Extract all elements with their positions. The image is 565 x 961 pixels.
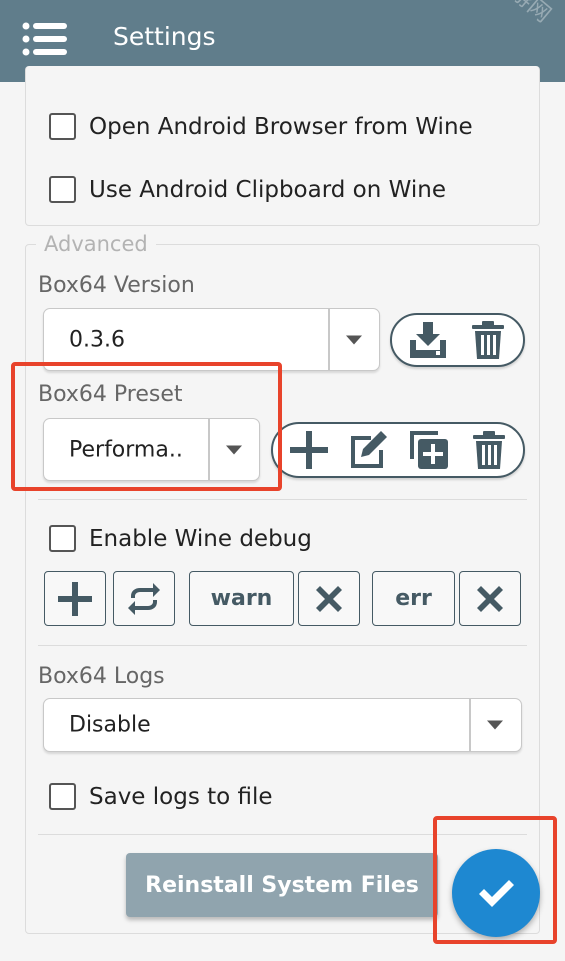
box64-version-label: Box64 Version — [38, 273, 195, 298]
remove-warn-button[interactable] — [298, 571, 360, 626]
box64-preset-actions — [271, 422, 525, 478]
use-clipboard-label: Use Android Clipboard on Wine — [89, 176, 446, 203]
box64-logs-select[interactable]: Disable — [43, 698, 522, 752]
box64-version-actions — [390, 313, 525, 367]
divider — [38, 499, 527, 500]
reset-channels-button[interactable] — [113, 571, 175, 626]
wine-debug-checkbox[interactable] — [49, 525, 76, 552]
channel-warn-label: warn — [210, 586, 273, 611]
save-logs-option[interactable]: Save logs to file — [49, 783, 273, 810]
chevron-down-icon — [346, 335, 362, 344]
chevron-down-icon — [487, 720, 503, 730]
trash-icon[interactable] — [467, 428, 511, 472]
divider — [38, 645, 527, 646]
wine-debug-label: Enable Wine debug — [89, 525, 312, 552]
preset-highlight-box — [11, 362, 282, 491]
use-clipboard-checkbox[interactable] — [49, 176, 76, 203]
channel-warn[interactable]: warn — [189, 571, 294, 626]
open-browser-label: Open Android Browser from Wine — [89, 113, 473, 140]
page-title: Settings — [113, 22, 216, 51]
edit-icon[interactable] — [347, 428, 391, 472]
confirm-highlight-box — [433, 816, 557, 944]
add-icon[interactable] — [287, 428, 331, 472]
box64-logs-value: Disable — [69, 712, 151, 738]
open-browser-option[interactable]: Open Android Browser from Wine — [49, 113, 473, 140]
reinstall-system-files-button[interactable]: Reinstall System Files — [126, 853, 438, 917]
box64-logs-label: Box64 Logs — [38, 664, 165, 689]
trash-icon[interactable] — [466, 318, 510, 362]
repeat-icon — [128, 582, 160, 615]
box64-version-value: 0.3.6 — [69, 327, 125, 352]
close-icon — [477, 585, 503, 612]
save-logs-label: Save logs to file — [89, 783, 273, 810]
advanced-legend: Advanced — [36, 232, 156, 256]
add-channel-button[interactable] — [44, 571, 106, 626]
close-icon — [316, 585, 342, 612]
wine-debug-option[interactable]: Enable Wine debug — [49, 525, 312, 552]
open-browser-checkbox[interactable] — [49, 113, 76, 140]
download-icon[interactable] — [406, 318, 450, 362]
channel-err[interactable]: err — [372, 571, 455, 626]
hamburger-menu-icon[interactable] — [22, 20, 68, 58]
use-clipboard-option[interactable]: Use Android Clipboard on Wine — [49, 176, 446, 203]
channel-err-label: err — [395, 586, 432, 611]
add-icon — [58, 581, 92, 616]
duplicate-icon[interactable] — [407, 428, 451, 472]
remove-err-button[interactable] — [459, 571, 521, 626]
save-logs-checkbox[interactable] — [49, 783, 76, 810]
watermark: 新华手游网 — [454, 0, 559, 29]
